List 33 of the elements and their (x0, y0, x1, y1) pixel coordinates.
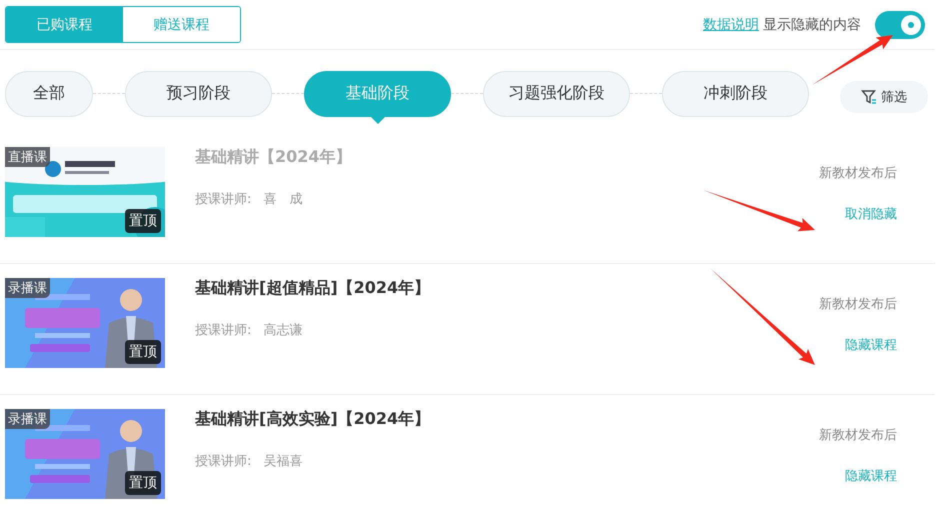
toggle-label: 显示隐藏的内容 (763, 16, 861, 34)
filter-icon (861, 89, 877, 105)
selected-pointer (370, 116, 386, 124)
stage-tab[interactable]: 习题强化阶段 (483, 70, 630, 116)
hide-toggle-link[interactable]: 隐藏课程 (845, 336, 897, 354)
course-title[interactable]: 基础精讲[超值精品]【2024年】 (195, 278, 819, 299)
teacher-name: 喜 成 (263, 191, 302, 208)
data-link[interactable]: 数据说明 (703, 16, 759, 34)
pin-badge: 置顶 (125, 209, 161, 233)
stage-tab[interactable]: 预习阶段 (125, 70, 272, 116)
status-text: 新教材发布后 (819, 296, 897, 313)
filter-button[interactable]: 筛选 (840, 81, 928, 113)
pin-badge: 置顶 (125, 340, 161, 364)
stage-tab[interactable]: 基础阶段 (304, 70, 451, 116)
course-tab[interactable]: 已购课程 (6, 7, 123, 42)
status-text: 新教材发布后 (819, 165, 897, 182)
course-type-badge: 直播课 (5, 147, 50, 167)
status-text: 新教材发布后 (819, 427, 897, 444)
hide-toggle-link[interactable]: 取消隐藏 (845, 205, 897, 223)
course-title[interactable]: 基础精讲[高效实验]【2024年】 (195, 409, 819, 430)
stage-tab[interactable]: 冲刺阶段 (662, 70, 809, 116)
teacher-label: 授课讲师: (195, 453, 252, 470)
stage-tab[interactable]: 全部 (5, 70, 93, 116)
course-type-badge: 录播课 (5, 278, 50, 298)
toggle-switch[interactable] (875, 10, 925, 38)
teacher-label: 授课讲师: (195, 191, 252, 208)
course-type-badge: 录播课 (5, 409, 50, 429)
hide-toggle-link[interactable]: 隐藏课程 (845, 467, 897, 485)
course-title[interactable]: 基础精讲【2024年】 (195, 147, 819, 168)
teacher-name: 吴福喜 (263, 453, 302, 470)
teacher-label: 授课讲师: (195, 322, 252, 339)
teacher-name: 高志谦 (263, 322, 302, 339)
pin-badge: 置顶 (125, 471, 161, 495)
